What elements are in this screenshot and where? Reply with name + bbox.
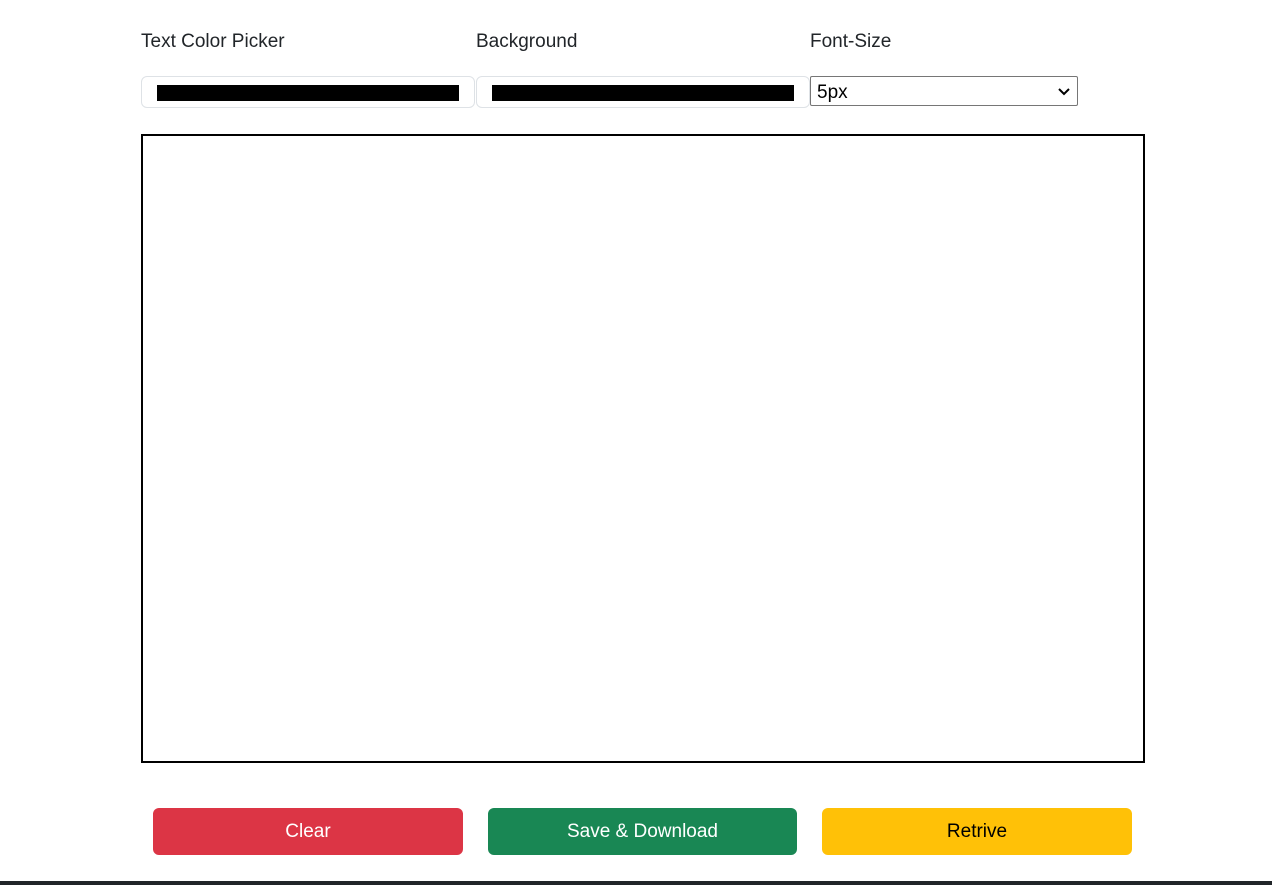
background-color-swatch — [492, 85, 794, 101]
font-size-selected-value: 5px — [817, 82, 848, 103]
text-color-swatch — [157, 85, 459, 101]
bottom-divider — [0, 881, 1272, 885]
signature-canvas[interactable] — [141, 134, 1145, 763]
background-label: Background — [476, 31, 578, 52]
font-size-label: Font-Size — [810, 31, 892, 52]
signature-app: Text Color Picker Background Font-Size 5… — [141, 0, 1145, 885]
save-download-button[interactable]: Save & Download — [488, 808, 797, 855]
retrieve-button[interactable]: Retrive — [822, 808, 1132, 855]
chevron-down-icon — [1058, 88, 1070, 96]
text-color-label: Text Color Picker — [141, 31, 285, 52]
clear-button[interactable]: Clear — [153, 808, 463, 855]
background-color-picker[interactable] — [476, 76, 810, 108]
text-color-picker[interactable] — [141, 76, 475, 108]
font-size-select[interactable]: 5px — [810, 76, 1078, 106]
